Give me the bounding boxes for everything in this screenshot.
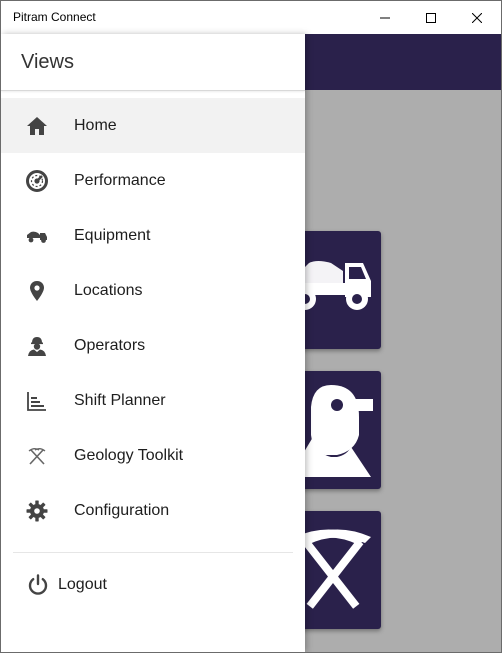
pickaxe-icon (28, 448, 46, 465)
minimize-button[interactable] (362, 1, 408, 34)
nav-item-operators[interactable]: Operators (1, 318, 305, 373)
nav-item-label: Equipment (74, 227, 151, 244)
nav-item-label: Shift Planner (74, 392, 166, 409)
map-pin-icon (30, 281, 44, 301)
logout-button[interactable]: Logout (1, 564, 305, 608)
nav-item-label: Geology Toolkit (74, 447, 184, 464)
title-bar[interactable]: Pitram Connect (1, 1, 501, 34)
drawer-header: Views (1, 34, 305, 91)
nav-item-label: Locations (74, 282, 143, 299)
window-title: Pitram Connect (13, 10, 96, 24)
nav-item-label: Home (74, 117, 117, 134)
home-icon (27, 117, 47, 135)
nav-item-performance[interactable]: Performance (1, 153, 305, 208)
minimize-icon (380, 17, 390, 18)
nav-item-label: Configuration (74, 502, 170, 519)
nav-item-configuration[interactable]: Configuration (1, 483, 305, 538)
drawer-title: Views (21, 51, 74, 73)
nav-item-geology-toolkit[interactable]: Geology Toolkit (1, 428, 305, 483)
nav-item-shift-planner[interactable]: Shift Planner (1, 373, 305, 428)
nav-item-label: Performance (74, 172, 166, 189)
chart-icon (27, 392, 46, 411)
app-window: Pitram Connect connect (0, 0, 502, 653)
nav-item-equipment[interactable]: Equipment (1, 208, 305, 263)
navigation-drawer: Views Home Performance Equipment Locatio… (1, 34, 305, 652)
drawer-divider (13, 552, 293, 553)
gear-icon (26, 500, 48, 522)
nav-item-locations[interactable]: Locations (1, 263, 305, 318)
close-icon (472, 12, 482, 23)
maximize-button[interactable] (408, 1, 454, 34)
operator-icon (28, 337, 46, 356)
speedometer-icon (26, 170, 48, 192)
power-icon (28, 574, 48, 595)
nav-item-label: Operators (74, 337, 146, 354)
logout-label: Logout (58, 576, 107, 593)
truck-icon (27, 231, 47, 243)
nav-item-home[interactable]: Home (1, 98, 305, 153)
maximize-icon (426, 12, 436, 23)
close-button[interactable] (454, 1, 500, 34)
